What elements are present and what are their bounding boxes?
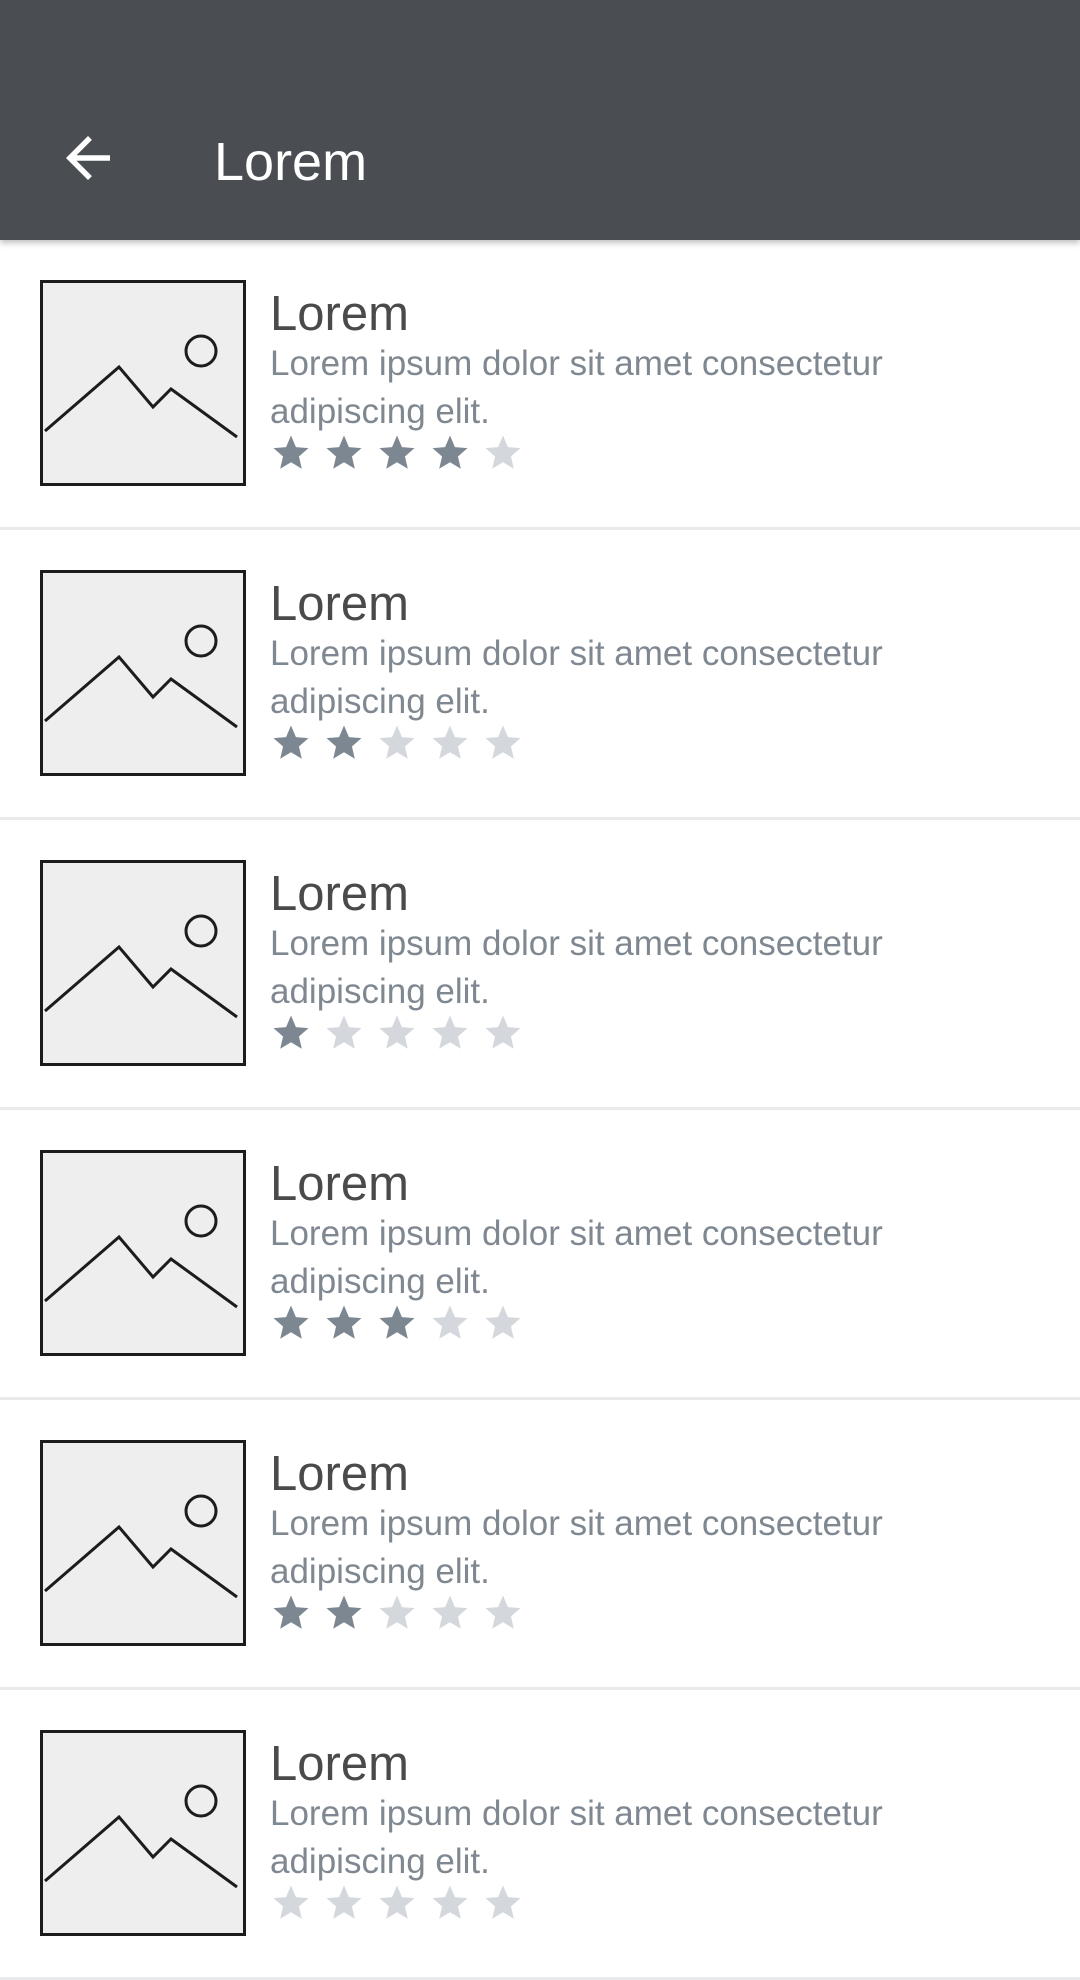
star-filled-icon <box>379 1305 415 1339</box>
star-empty-icon <box>432 1595 468 1629</box>
back-button[interactable] <box>40 110 136 206</box>
item-title: Lorem <box>270 1157 409 1211</box>
item-description: Lorem ipsum dolor sit amet consectetur a… <box>270 634 883 721</box>
star-empty-icon <box>485 1305 521 1339</box>
star-empty-icon <box>485 435 521 469</box>
star-filled-icon <box>326 435 362 469</box>
star-filled-icon <box>326 1305 362 1339</box>
image-placeholder-icon <box>40 280 246 486</box>
star-empty-icon <box>432 725 468 759</box>
star-rating <box>270 1012 524 1054</box>
star-rating <box>270 1302 524 1344</box>
star-empty-icon <box>432 1305 468 1339</box>
list-item[interactable]: Lorem Lorem ipsum dolor sit amet consect… <box>0 1690 1080 1980</box>
item-description: Lorem ipsum dolor sit amet consectetur a… <box>270 344 883 431</box>
list-item[interactable]: Lorem Lorem ipsum dolor sit amet consect… <box>0 1400 1080 1690</box>
star-filled-icon <box>379 435 415 469</box>
list-item[interactable]: Lorem Lorem ipsum dolor sit amet consect… <box>0 240 1080 530</box>
item-title: Lorem <box>270 287 409 341</box>
list-item[interactable]: Lorem Lorem ipsum dolor sit amet consect… <box>0 530 1080 820</box>
item-title: Lorem <box>270 1447 409 1501</box>
star-empty-icon <box>485 725 521 759</box>
image-placeholder-icon <box>40 1150 246 1356</box>
star-empty-icon <box>326 1015 362 1049</box>
star-empty-icon <box>273 1885 309 1919</box>
image-placeholder-icon <box>40 860 246 1066</box>
image-placeholder-icon <box>40 1440 246 1646</box>
star-empty-icon <box>485 1015 521 1049</box>
star-filled-icon <box>273 1305 309 1339</box>
item-description: Lorem ipsum dolor sit amet consectetur a… <box>270 1214 883 1301</box>
star-empty-icon <box>379 1015 415 1049</box>
page-title: Lorem <box>214 132 368 192</box>
item-description: Lorem ipsum dolor sit amet consectetur a… <box>270 1504 883 1591</box>
star-empty-icon <box>379 1885 415 1919</box>
star-filled-icon <box>273 1015 309 1049</box>
app-bar: Lorem <box>0 0 1080 240</box>
image-placeholder-icon <box>40 1730 246 1936</box>
star-rating <box>270 1592 524 1634</box>
star-filled-icon <box>273 1595 309 1629</box>
star-empty-icon <box>485 1885 521 1919</box>
item-title: Lorem <box>270 577 409 631</box>
star-empty-icon <box>379 725 415 759</box>
item-list: Lorem Lorem ipsum dolor sit amet consect… <box>0 240 1080 1980</box>
item-title: Lorem <box>270 867 409 921</box>
arrow-back-icon <box>66 136 110 180</box>
list-item[interactable]: Lorem Lorem ipsum dolor sit amet consect… <box>0 820 1080 1110</box>
image-placeholder-icon <box>40 570 246 776</box>
star-filled-icon <box>326 1595 362 1629</box>
star-empty-icon <box>432 1015 468 1049</box>
star-filled-icon <box>326 725 362 759</box>
item-title: Lorem <box>270 1737 409 1791</box>
star-empty-icon <box>326 1885 362 1919</box>
star-empty-icon <box>485 1595 521 1629</box>
star-rating <box>270 722 524 764</box>
star-empty-icon <box>379 1595 415 1629</box>
star-filled-icon <box>432 435 468 469</box>
star-empty-icon <box>432 1885 468 1919</box>
list-item[interactable]: Lorem Lorem ipsum dolor sit amet consect… <box>0 1110 1080 1400</box>
star-rating <box>270 432 524 474</box>
item-description: Lorem ipsum dolor sit amet consectetur a… <box>270 924 883 1011</box>
star-filled-icon <box>273 435 309 469</box>
star-filled-icon <box>273 725 309 759</box>
star-rating <box>270 1882 524 1924</box>
item-description: Lorem ipsum dolor sit amet consectetur a… <box>270 1794 883 1881</box>
